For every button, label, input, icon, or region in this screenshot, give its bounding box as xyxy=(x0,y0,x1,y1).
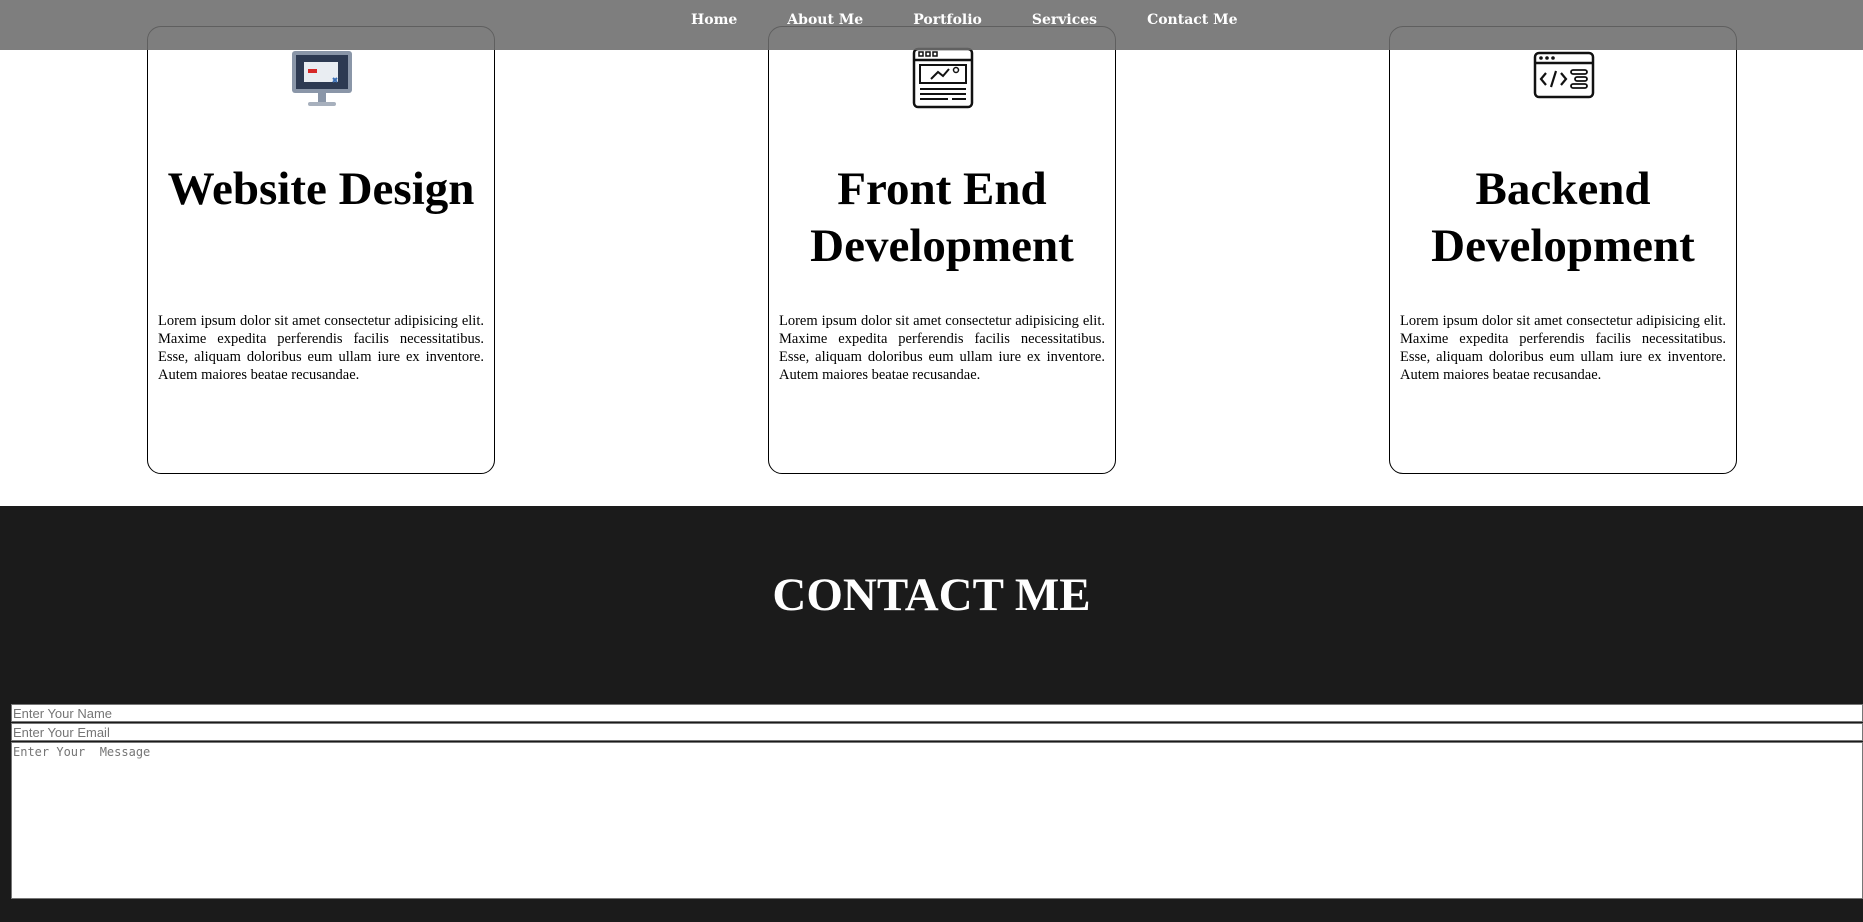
card-title: Website Design xyxy=(167,163,475,215)
monitor-icon xyxy=(292,51,352,106)
service-card-backend-development: Backend Development Lorem ipsum dolor si… xyxy=(1389,26,1737,474)
card-title: Backend Development xyxy=(1431,163,1695,272)
card-title: Front End Development xyxy=(810,163,1074,272)
contact-section: CONTACT ME xyxy=(0,506,1863,922)
nav-link-about-me[interactable]: About Me xyxy=(787,12,863,28)
browser-layout-icon xyxy=(912,47,974,109)
service-card-website-design: Website Design Lorem ipsum dolor sit ame… xyxy=(147,26,495,474)
card-text: Lorem ipsum dolor sit amet consectetur a… xyxy=(779,313,1105,383)
contact-title: CONTACT ME xyxy=(772,569,1091,621)
card-text: Lorem ipsum dolor sit amet consectetur a… xyxy=(1400,313,1726,383)
services-section: Website Design Lorem ipsum dolor sit ame… xyxy=(0,0,1863,506)
nav-link-services[interactable]: Services xyxy=(1032,12,1097,28)
code-window-icon xyxy=(1533,51,1595,99)
service-card-front-end-development: Front End Development Lorem ipsum dolor … xyxy=(768,26,1116,474)
nav-link-home[interactable]: Home xyxy=(691,12,737,28)
navbar: Home About Me Portfolio Services Contact… xyxy=(0,0,1863,50)
nav-link-contact-me[interactable]: Contact Me xyxy=(1147,12,1237,28)
nav-links: Home About Me Portfolio Services Contact… xyxy=(691,12,1288,28)
email-input[interactable] xyxy=(11,723,1863,741)
nav-link-portfolio[interactable]: Portfolio xyxy=(913,12,982,28)
card-text: Lorem ipsum dolor sit amet consectetur a… xyxy=(158,313,484,383)
name-input[interactable] xyxy=(11,704,1863,722)
message-textarea[interactable] xyxy=(11,742,1863,899)
